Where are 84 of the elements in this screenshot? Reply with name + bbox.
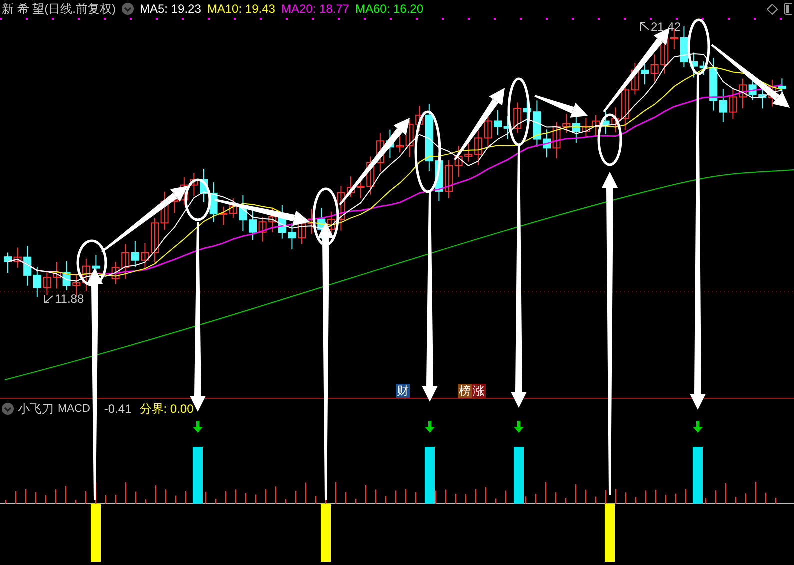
- pointer-arrow-icon: [640, 22, 650, 32]
- ellipse-marker: [76, 240, 108, 286]
- dropdown-icon[interactable]: [122, 3, 134, 15]
- candlestick: [406, 119, 414, 158]
- candlestick: [748, 74, 757, 101]
- divider-value: 分界: 0.00: [140, 402, 194, 414]
- signal-bar: [193, 447, 203, 504]
- signal-bar: [321, 504, 331, 562]
- diamond-icon[interactable]: [767, 4, 778, 14]
- moving-average-value: MA10: 19.43: [207, 3, 276, 15]
- indicator-name: 小飞刀: [18, 402, 54, 414]
- moving-average-value: MA20: 18.77: [281, 3, 350, 15]
- candlestick: [454, 146, 463, 178]
- candlestick: [210, 182, 218, 223]
- signal-bar: [605, 504, 615, 562]
- candlestick: [268, 207, 277, 233]
- rank-badge[interactable]: 榜: [458, 384, 472, 398]
- ellipse-marker: [508, 78, 530, 146]
- candlestick: [650, 54, 659, 82]
- candlestick: [504, 116, 512, 140]
- candlestick: [220, 206, 228, 226]
- candlestick: [494, 110, 502, 136]
- candlestick: [366, 156, 375, 196]
- dropdown-icon[interactable]: [2, 402, 14, 414]
- panel-toggle-icon[interactable]: [784, 3, 792, 15]
- candlestick: [62, 261, 71, 291]
- signal-bar: [425, 447, 435, 504]
- candlestick: [180, 176, 188, 206]
- candlestick: [523, 100, 532, 124]
- candlestick: [131, 241, 140, 268]
- candlestick: [543, 129, 551, 158]
- candlestick: [396, 136, 404, 154]
- pointer-arrow-icon: [44, 294, 54, 304]
- macd-value: -0.41: [104, 402, 132, 414]
- arrow: [534, 95, 588, 118]
- down-arrow-icon: [193, 421, 203, 433]
- candlestick: [200, 168, 208, 203]
- ellipse-marker: [598, 114, 622, 166]
- candlestick: [190, 173, 198, 197]
- candlestick: [4, 252, 12, 274]
- candlestick: [308, 208, 316, 235]
- candlestick: [533, 100, 542, 148]
- moving-average-value: MA5: 19.23: [140, 3, 202, 15]
- candlestick: [43, 271, 52, 296]
- down-arrow-icon: [425, 421, 435, 433]
- candlestick: [552, 122, 561, 160]
- candlestick: [258, 216, 267, 242]
- ellipse-marker: [312, 188, 340, 246]
- candlestick: [141, 242, 150, 271]
- candlestick: [33, 266, 42, 298]
- candlestick: [288, 223, 296, 250]
- candlestick: [249, 210, 257, 240]
- candlestick: [631, 62, 640, 96]
- candlestick: [680, 26, 688, 68]
- ellipse-marker: [184, 178, 212, 222]
- high-price-label: 21.42: [651, 19, 682, 36]
- signal-bar: [514, 447, 524, 504]
- down-arrow-icon: [693, 421, 703, 433]
- candlestick: [445, 160, 453, 199]
- stock-title: 新 希 望(日线.前复权): [2, 3, 116, 15]
- signal-bar: [693, 447, 703, 504]
- candlestick: [337, 186, 346, 232]
- rank-badge[interactable]: 涨: [472, 384, 486, 398]
- candlestick: [53, 262, 61, 290]
- candlestick: [739, 78, 747, 110]
- candlestick: [514, 102, 522, 134]
- ellipse-marker: [688, 18, 710, 76]
- low-price-label: 11.88: [55, 291, 84, 308]
- signal-bar: [91, 504, 101, 562]
- down-arrow-icon: [514, 421, 524, 433]
- news-badge[interactable]: 财: [396, 384, 410, 398]
- candlestick: [592, 114, 600, 138]
- candlestick: [229, 198, 238, 219]
- candlestick: [582, 118, 590, 138]
- candlestick: [151, 218, 159, 264]
- candlestick: [112, 262, 120, 285]
- candlestick: [729, 88, 738, 120]
- candlestick: [700, 61, 708, 76]
- candlestick: [24, 245, 32, 286]
- candlestick: [347, 176, 355, 198]
- moving-average-value: MA60: 16.20: [355, 3, 424, 15]
- candlestick: [122, 244, 130, 280]
- macd-label: MACD: [58, 404, 90, 415]
- candlestick: [14, 247, 22, 268]
